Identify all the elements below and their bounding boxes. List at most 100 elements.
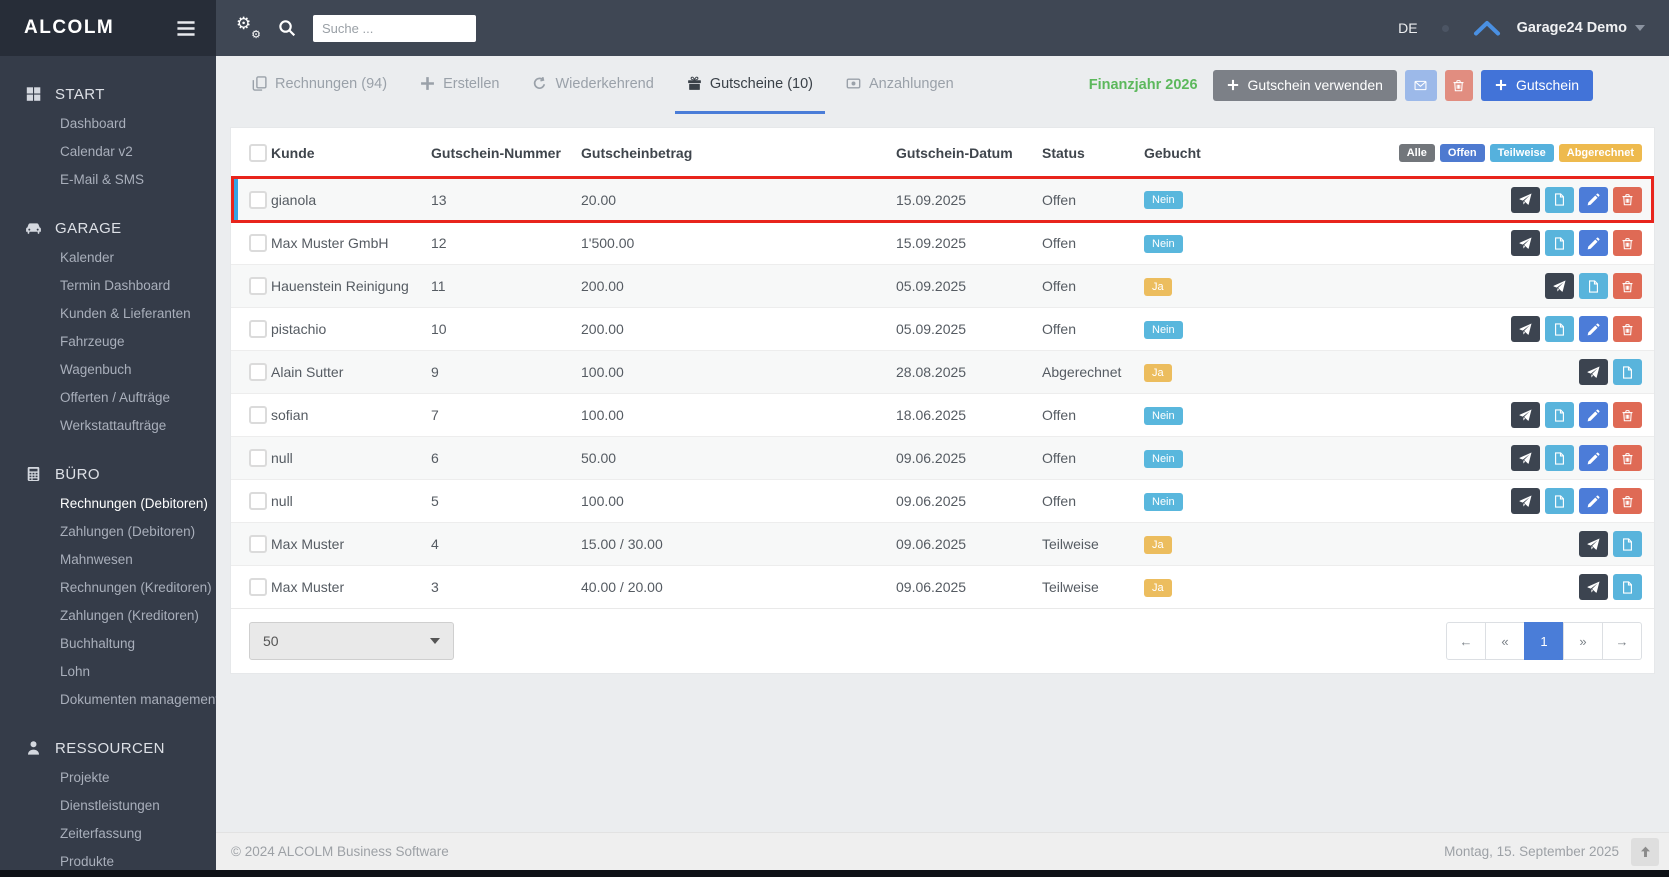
action-trash-button[interactable]	[1613, 402, 1642, 428]
row-checkbox[interactable]	[249, 535, 267, 553]
pagination-button[interactable]: «	[1485, 622, 1525, 660]
action-trash-button[interactable]	[1613, 488, 1642, 514]
action-trash-button[interactable]	[1613, 316, 1642, 342]
gebucht-badge[interactable]: Ja	[1144, 579, 1172, 597]
chevron-down-icon[interactable]	[1635, 25, 1645, 31]
filter-offen-badge[interactable]: Offen	[1440, 144, 1485, 162]
sidebar-item-werkstattauftr-ge[interactable]: Werkstattaufträge	[0, 412, 216, 440]
action-send-button[interactable]	[1579, 574, 1608, 600]
action-pdf-button[interactable]	[1613, 359, 1642, 385]
action-pdf-button[interactable]	[1545, 445, 1574, 471]
page-size-select[interactable]: 50	[249, 622, 454, 660]
action-pdf-button[interactable]	[1545, 187, 1574, 213]
action-send-button[interactable]	[1511, 230, 1540, 256]
select-all-checkbox[interactable]	[249, 144, 267, 162]
action-edit-button[interactable]	[1579, 230, 1608, 256]
action-send-button[interactable]	[1511, 488, 1540, 514]
use-voucher-button[interactable]: Gutschein verwenden	[1213, 70, 1397, 101]
sidebar-item-zahlungen-debitoren[interactable]: Zahlungen (Debitoren)	[0, 518, 216, 546]
gebucht-badge[interactable]: Nein	[1144, 493, 1183, 511]
filter-alle-badge[interactable]: Alle	[1399, 144, 1435, 162]
sidebar-item-e-mail-sms[interactable]: E-Mail & SMS	[0, 166, 216, 194]
column-header-nummer[interactable]: Gutschein-Nummer	[431, 145, 581, 161]
sidebar-item-buchhaltung[interactable]: Buchhaltung	[0, 630, 216, 658]
action-trash-button[interactable]	[1613, 230, 1642, 256]
action-edit-button[interactable]	[1579, 445, 1608, 471]
row-checkbox[interactable]	[249, 578, 267, 596]
row-checkbox[interactable]	[249, 277, 267, 295]
row-checkbox[interactable]	[249, 191, 267, 209]
account-menu[interactable]: Garage24 Demo	[1517, 20, 1627, 36]
action-trash-button[interactable]	[1613, 273, 1642, 299]
column-header-kunde[interactable]: Kunde	[271, 145, 431, 161]
sidebar-item-lohn[interactable]: Lohn	[0, 658, 216, 686]
email-button[interactable]	[1405, 70, 1437, 101]
pagination-button[interactable]: 1	[1524, 622, 1564, 660]
action-pdf-button[interactable]	[1613, 531, 1642, 557]
action-pdf-button[interactable]	[1613, 574, 1642, 600]
action-send-button[interactable]	[1511, 402, 1540, 428]
row-checkbox[interactable]	[249, 320, 267, 338]
filter-abgerechnet-badge[interactable]: Abgerechnet	[1559, 144, 1642, 162]
pagination-button[interactable]: →	[1602, 622, 1642, 660]
sidebar-item-dienstleistungen[interactable]: Dienstleistungen	[0, 792, 216, 820]
action-edit-button[interactable]	[1579, 187, 1608, 213]
action-pdf-button[interactable]	[1545, 316, 1574, 342]
action-edit-button[interactable]	[1579, 488, 1608, 514]
sidebar-item-termin-dashboard[interactable]: Termin Dashboard	[0, 272, 216, 300]
tab-rechnungen-94[interactable]: Rechnungen (94)	[240, 56, 399, 114]
column-header-datum[interactable]: Gutschein-Datum	[896, 145, 1042, 161]
settings-gears-icon[interactable]: ⚙⚙	[236, 17, 262, 39]
action-pdf-button[interactable]	[1545, 230, 1574, 256]
action-send-button[interactable]	[1579, 531, 1608, 557]
action-send-button[interactable]	[1545, 273, 1574, 299]
gebucht-badge[interactable]: Nein	[1144, 191, 1183, 209]
gebucht-badge[interactable]: Nein	[1144, 321, 1183, 339]
column-header-betrag[interactable]: Gutscheinbetrag	[581, 145, 896, 161]
sidebar-item-rechnungen-debitoren[interactable]: Rechnungen (Debitoren)	[0, 490, 216, 518]
column-header-status[interactable]: Status	[1042, 145, 1144, 161]
action-edit-button[interactable]	[1579, 316, 1608, 342]
gebucht-badge[interactable]: Ja	[1144, 536, 1172, 554]
tab-erstellen[interactable]: Erstellen	[408, 56, 511, 114]
pagination-button[interactable]: »	[1563, 622, 1603, 660]
action-edit-button[interactable]	[1579, 402, 1608, 428]
sidebar-item-rechnungen-kreditoren[interactable]: Rechnungen (Kreditoren)	[0, 574, 216, 602]
column-header-gebucht[interactable]: Gebucht	[1144, 145, 1324, 161]
action-send-button[interactable]	[1511, 316, 1540, 342]
sidebar-item-zahlungen-kreditoren[interactable]: Zahlungen (Kreditoren)	[0, 602, 216, 630]
row-checkbox[interactable]	[249, 234, 267, 252]
action-trash-button[interactable]	[1613, 445, 1642, 471]
row-checkbox[interactable]	[249, 492, 267, 510]
tab-gutscheine-10[interactable]: Gutscheine (10)	[675, 56, 825, 114]
sidebar-item-wagenbuch[interactable]: Wagenbuch	[0, 356, 216, 384]
sidebar-item-zeiterfassung[interactable]: Zeiterfassung	[0, 820, 216, 848]
hamburger-menu-icon[interactable]	[176, 21, 196, 36]
row-checkbox[interactable]	[249, 449, 267, 467]
sidebar-item-mahnwesen[interactable]: Mahnwesen	[0, 546, 216, 574]
action-send-button[interactable]	[1511, 187, 1540, 213]
action-trash-button[interactable]	[1613, 187, 1642, 213]
sidebar-item-projekte[interactable]: Projekte	[0, 764, 216, 792]
search-input[interactable]	[313, 15, 476, 42]
sidebar-item-kunden-lieferanten[interactable]: Kunden & Lieferanten	[0, 300, 216, 328]
action-pdf-button[interactable]	[1545, 402, 1574, 428]
filter-teilweise-badge[interactable]: Teilweise	[1490, 144, 1554, 162]
gebucht-badge[interactable]: Nein	[1144, 407, 1183, 425]
pagination-button[interactable]: ←	[1446, 622, 1486, 660]
gebucht-badge[interactable]: Ja	[1144, 364, 1172, 382]
tab-anzahlungen[interactable]: Anzahlungen	[834, 56, 966, 114]
gebucht-badge[interactable]: Nein	[1144, 450, 1183, 468]
sidebar-item-dashboard[interactable]: Dashboard	[0, 110, 216, 138]
sidebar-item-calendar-v2[interactable]: Calendar v2	[0, 138, 216, 166]
language-selector[interactable]: DE	[1398, 20, 1417, 36]
sidebar-item-fahrzeuge[interactable]: Fahrzeuge	[0, 328, 216, 356]
tab-wiederkehrend[interactable]: Wiederkehrend	[520, 56, 665, 114]
delete-button[interactable]	[1445, 70, 1473, 101]
action-send-button[interactable]	[1579, 359, 1608, 385]
sidebar-item-offerten-auftr-ge[interactable]: Offerten / Aufträge	[0, 384, 216, 412]
gebucht-badge[interactable]: Ja	[1144, 278, 1172, 296]
row-checkbox[interactable]	[249, 406, 267, 424]
sidebar-item-dokumenten-management[interactable]: Dokumenten management	[0, 686, 216, 714]
row-checkbox[interactable]	[249, 363, 267, 381]
